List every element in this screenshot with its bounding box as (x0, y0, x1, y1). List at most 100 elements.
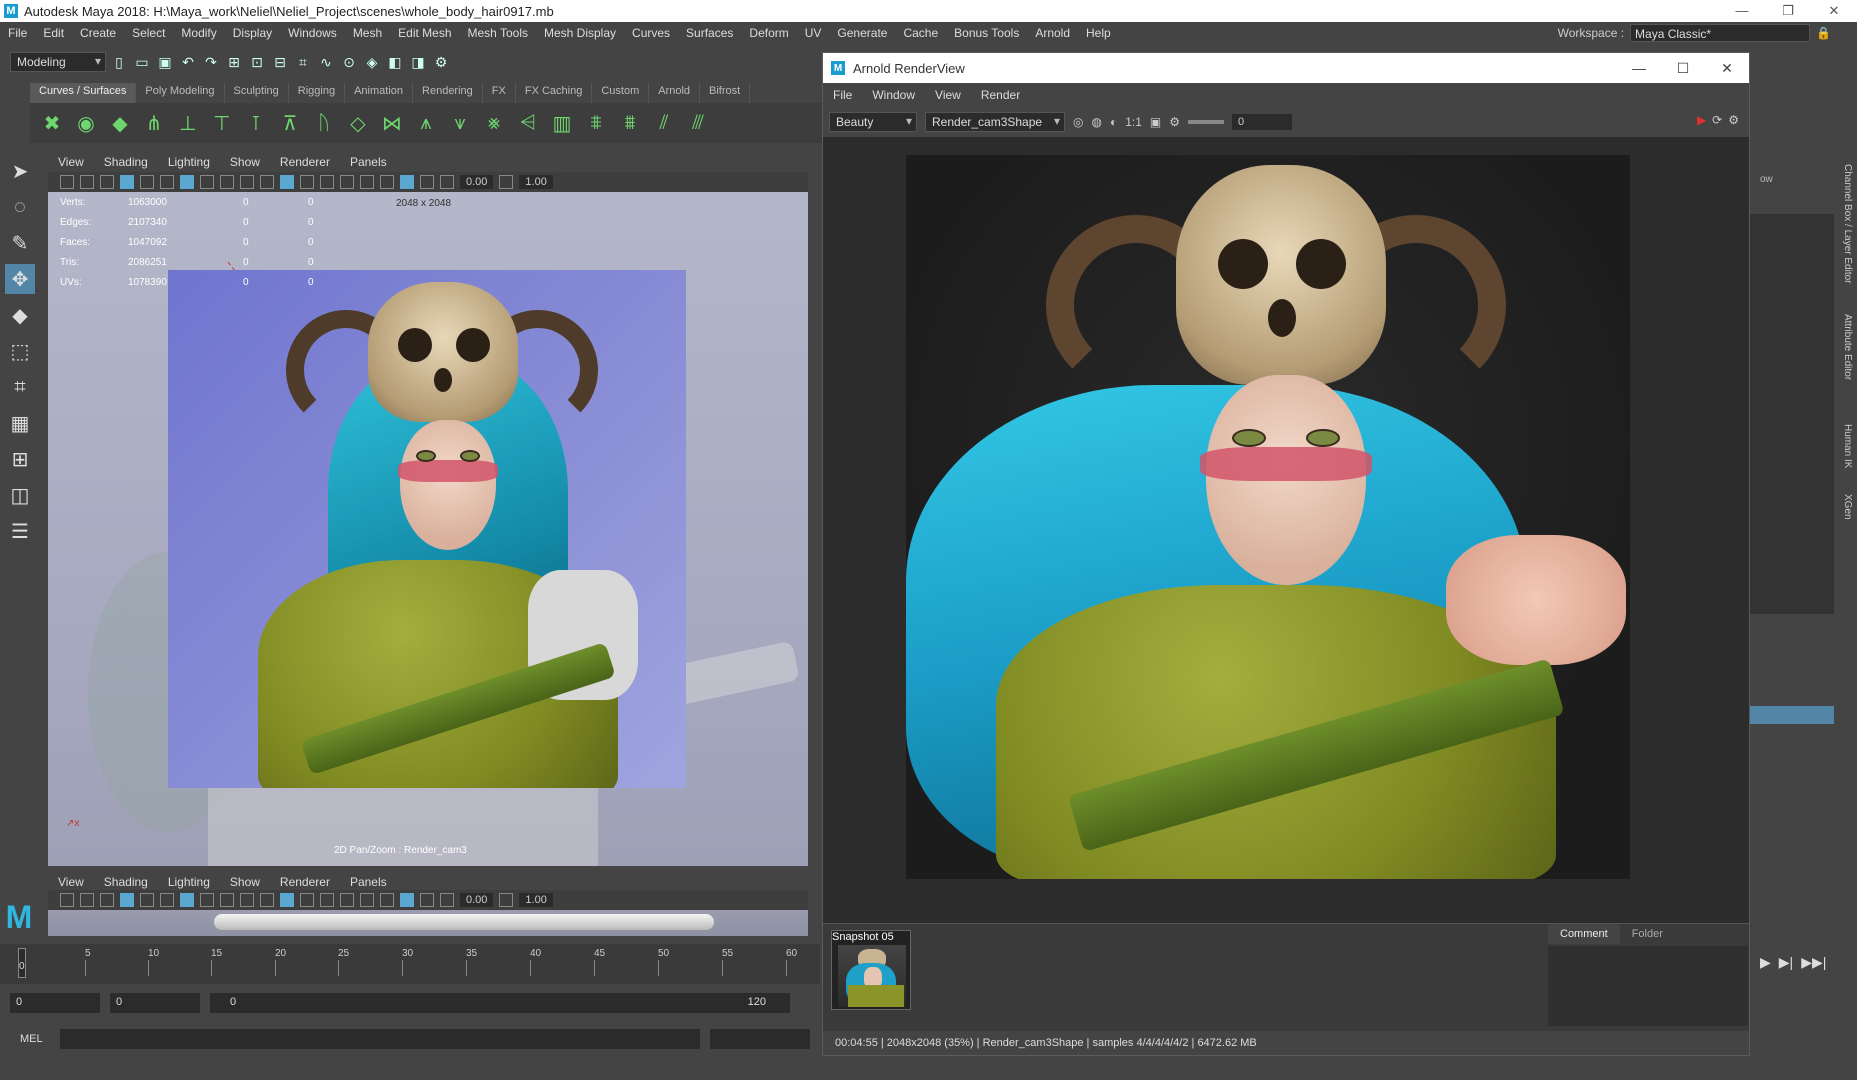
grid-icon[interactable] (140, 893, 154, 907)
render-icon[interactable]: ◧ (385, 52, 405, 72)
camera-select-icon[interactable] (60, 175, 74, 189)
tab-attribute-editor[interactable]: Attribute Editor (1842, 314, 1853, 380)
snap-point-icon[interactable]: ⊙ (339, 52, 359, 72)
vp2-menu-renderer[interactable]: Renderer (270, 875, 340, 889)
tab-xgen[interactable]: XGen (1842, 494, 1853, 520)
default-material-icon[interactable] (300, 893, 314, 907)
tab-human-ik[interactable]: Human IK (1842, 424, 1853, 468)
smooth-icon[interactable]: ⫽ (652, 110, 676, 136)
wireframe-icon[interactable] (260, 893, 274, 907)
undo-icon[interactable]: ↶ (178, 52, 198, 72)
camera-attr-icon[interactable] (80, 175, 94, 189)
channel-box-area[interactable] (1750, 214, 1834, 614)
play-icon[interactable]: ▶ (1760, 954, 1771, 971)
hair-icon[interactable]: ᚢ (312, 110, 336, 136)
anim-start-field[interactable]: 0 (110, 993, 200, 1013)
menu-display[interactable]: Display (225, 26, 280, 40)
exposure-slider[interactable] (1188, 120, 1225, 124)
rendered-image[interactable] (906, 155, 1630, 879)
menu-edit[interactable]: Edit (35, 26, 72, 40)
shelf-tab-rendering[interactable]: Rendering (413, 83, 483, 103)
lights-icon[interactable] (340, 175, 354, 189)
menu-edit-mesh[interactable]: Edit Mesh (390, 26, 459, 40)
resolution-gate-icon[interactable] (180, 893, 194, 907)
mel-label[interactable]: MEL (20, 1033, 50, 1045)
comment-textarea[interactable] (1548, 946, 1748, 1026)
camera-attr-icon[interactable] (80, 893, 94, 907)
aov-dropdown[interactable]: Beauty (829, 112, 917, 132)
start-frame-field[interactable]: 0 (10, 993, 100, 1013)
xgen-icon[interactable]: ✖ (40, 110, 64, 136)
length-icon[interactable]: ⊼ (278, 110, 302, 136)
command-input[interactable] (60, 1029, 700, 1049)
tab-folder[interactable]: Folder (1620, 924, 1675, 944)
gamma-field[interactable]: 1.00 (519, 893, 553, 907)
eye-icon[interactable]: ◉ (74, 110, 98, 136)
isolate-icon[interactable] (420, 893, 434, 907)
vp2-menu-view[interactable]: View (48, 875, 94, 889)
scale-tool-icon[interactable]: ⬚ (5, 336, 35, 366)
vp2-menu-lighting[interactable]: Lighting (158, 875, 220, 889)
menu-create[interactable]: Create (72, 26, 124, 40)
groom-icon[interactable]: ⋔ (142, 110, 166, 136)
menu-select[interactable]: Select (124, 26, 173, 40)
grid-icon[interactable] (140, 175, 154, 189)
lut-icon[interactable]: ◐ (1110, 115, 1117, 129)
exposure-icon[interactable] (440, 893, 454, 907)
time-slider[interactable]: 0 5 10 15 20 25 30 35 40 45 50 55 60 (0, 944, 820, 984)
select-hierarchy-icon[interactable]: ⊞ (224, 52, 244, 72)
menu-mesh[interactable]: Mesh (345, 26, 390, 40)
select-tool-icon[interactable]: ➤ (5, 156, 35, 186)
lights-icon[interactable] (340, 893, 354, 907)
ao-icon[interactable] (380, 175, 394, 189)
rotate-tool-icon[interactable]: ◆ (5, 300, 35, 330)
single-view-icon[interactable]: ▦ (5, 408, 35, 438)
vp-menu-renderer[interactable]: Renderer (270, 155, 340, 169)
arnold-menu-view[interactable]: View (925, 88, 971, 102)
menu-set-dropdown[interactable]: Modeling (10, 52, 106, 72)
paint-select-icon[interactable]: ✎ (5, 228, 35, 258)
settings-icon[interactable]: ⚙ (1728, 113, 1739, 127)
shelf-tab-fx-caching[interactable]: FX Caching (516, 83, 593, 103)
open-scene-icon[interactable]: ▭ (132, 52, 152, 72)
camera-select-icon[interactable] (60, 893, 74, 907)
gate-mask-icon[interactable] (200, 893, 214, 907)
menu-modify[interactable]: Modify (173, 26, 224, 40)
wireframe-icon[interactable] (260, 175, 274, 189)
snap-curve-icon[interactable]: ∿ (316, 52, 336, 72)
shelf-tab-poly-modeling[interactable]: Poly Modeling (136, 83, 225, 103)
vp-menu-lighting[interactable]: Lighting (158, 155, 220, 169)
xray-icon[interactable] (400, 175, 414, 189)
exposure-field[interactable]: 0.00 (460, 175, 494, 189)
arnold-menu-window[interactable]: Window (862, 88, 925, 102)
width-icon[interactable]: ⩩ (618, 110, 642, 136)
menu-help[interactable]: Help (1078, 26, 1119, 40)
ratio-button[interactable]: 1:1 (1125, 115, 1142, 129)
film-gate-icon[interactable] (160, 893, 174, 907)
new-scene-icon[interactable]: ▯ (109, 52, 129, 72)
image-plane-icon[interactable] (120, 175, 134, 189)
viewport2[interactable] (48, 910, 808, 936)
safe-action-icon[interactable] (240, 893, 254, 907)
snap-grid-icon[interactable]: ⌗ (293, 52, 313, 72)
ao-icon[interactable] (380, 893, 394, 907)
move-tool-icon[interactable]: ✥ (5, 264, 35, 294)
exposure-icon[interactable] (440, 175, 454, 189)
render-settings-icon[interactable]: ⚙ (431, 52, 451, 72)
sculpt-guide-icon[interactable]: ⊺ (244, 110, 268, 136)
rgb-icon[interactable]: ◍ (1091, 115, 1101, 129)
lasso-tool-icon[interactable]: ◌ (5, 192, 35, 222)
shelf-tab-sculpting[interactable]: Sculpting (225, 83, 289, 103)
plane-icon[interactable]: ◇ (346, 110, 370, 136)
snap-surface-icon[interactable]: ◈ (362, 52, 382, 72)
snapshot-thumbnail[interactable]: Snapshot 05 (831, 930, 911, 1010)
tab-channel-box[interactable]: Channel Box / Layer Editor (1842, 164, 1853, 284)
freeze-icon[interactable]: ⫻ (686, 110, 710, 136)
range-slider[interactable]: 0 120 (210, 993, 790, 1013)
textured-icon[interactable] (320, 893, 334, 907)
menu-bonus-tools[interactable]: Bonus Tools (946, 26, 1027, 40)
field-chart-icon[interactable] (220, 893, 234, 907)
gate-mask-icon[interactable] (200, 175, 214, 189)
vp-menu-shading[interactable]: Shading (94, 155, 158, 169)
selected-layer-row[interactable] (1750, 706, 1834, 724)
